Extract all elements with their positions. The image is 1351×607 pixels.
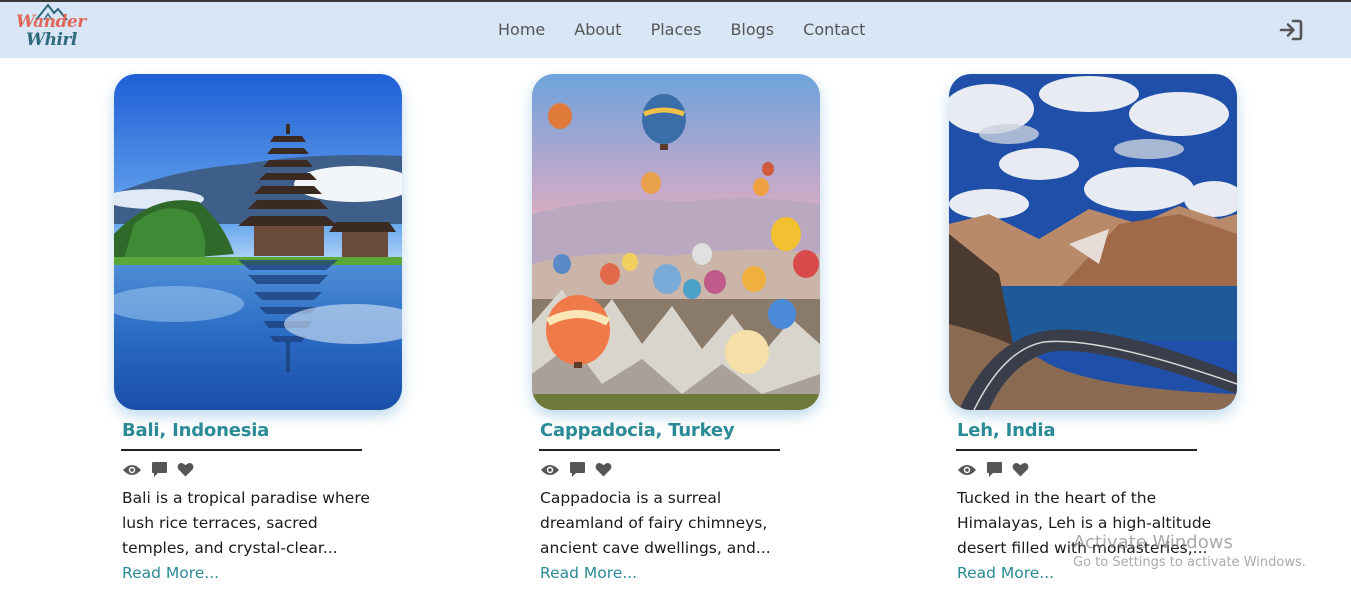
description-line: Bali is a tropical paradise where bbox=[122, 489, 370, 507]
read-more-link[interactable]: Read More... bbox=[122, 561, 404, 586]
place-card-bali: Bali, Indonesia Bali is a tropical parad… bbox=[114, 74, 404, 586]
card-actions bbox=[957, 461, 1239, 482]
main-nav: Home About Places Blogs Contact bbox=[498, 20, 894, 39]
place-card-cappadocia: Cappadocia, Turkey Cappadocia is a surre… bbox=[532, 74, 822, 586]
title-divider bbox=[539, 449, 780, 451]
watermark-subtitle: Go to Settings to activate Windows. bbox=[1073, 555, 1306, 570]
nav-about[interactable]: About bbox=[574, 20, 621, 39]
card-image-cappadocia[interactable] bbox=[532, 74, 820, 410]
card-actions bbox=[540, 461, 822, 482]
heart-icon[interactable] bbox=[595, 462, 612, 481]
card-description: Cappadocia is a surreal dreamland of fai… bbox=[540, 486, 810, 561]
card-image-leh[interactable] bbox=[949, 74, 1237, 410]
card-title[interactable]: Bali, Indonesia bbox=[122, 420, 404, 441]
sign-in-icon[interactable] bbox=[1278, 18, 1304, 42]
heart-icon[interactable] bbox=[177, 462, 194, 481]
nav-contact[interactable]: Contact bbox=[803, 20, 865, 39]
nav-blogs[interactable]: Blogs bbox=[730, 20, 774, 39]
watermark-title: Activate Windows bbox=[1073, 532, 1233, 553]
nav-home[interactable]: Home bbox=[498, 20, 545, 39]
card-image-bali[interactable] bbox=[114, 74, 402, 410]
description-line: Himalayas, Leh is a high-altitude bbox=[957, 514, 1212, 532]
eye-icon[interactable] bbox=[957, 462, 977, 481]
nav-places[interactable]: Places bbox=[651, 20, 702, 39]
eye-icon[interactable] bbox=[540, 462, 560, 481]
navbar: Wander Whirl Home About Places Blogs Con… bbox=[0, 2, 1351, 58]
brand-line-2: Whirl bbox=[26, 30, 77, 50]
description-line: dreamland of fairy chimneys, bbox=[540, 514, 768, 532]
card-title[interactable]: Cappadocia, Turkey bbox=[540, 420, 822, 441]
heart-icon[interactable] bbox=[1012, 462, 1029, 481]
card-description: Bali is a tropical paradise where lush r… bbox=[122, 486, 392, 561]
brand-line-1: Wander bbox=[16, 12, 86, 32]
place-card-leh: Leh, India Tucked in the heart of the Hi… bbox=[949, 74, 1239, 586]
brand-logo[interactable]: Wander Whirl bbox=[14, 2, 86, 56]
description-line: Tucked in the heart of the bbox=[957, 489, 1157, 507]
activate-windows-watermark: Activate Windows Go to Settings to activ… bbox=[1073, 532, 1306, 570]
description-line: ancient cave dwellings, and... bbox=[540, 539, 771, 557]
description-line: lush rice terraces, sacred bbox=[122, 514, 318, 532]
card-title[interactable]: Leh, India bbox=[957, 420, 1239, 441]
description-line: Cappadocia is a surreal bbox=[540, 489, 722, 507]
comment-icon[interactable] bbox=[151, 461, 168, 482]
card-actions bbox=[122, 461, 404, 482]
description-line: temples, and crystal-clear... bbox=[122, 539, 338, 557]
eye-icon[interactable] bbox=[122, 462, 142, 481]
comment-icon[interactable] bbox=[569, 461, 586, 482]
comment-icon[interactable] bbox=[986, 461, 1003, 482]
title-divider bbox=[956, 449, 1197, 451]
title-divider bbox=[121, 449, 362, 451]
read-more-link[interactable]: Read More... bbox=[540, 561, 822, 586]
